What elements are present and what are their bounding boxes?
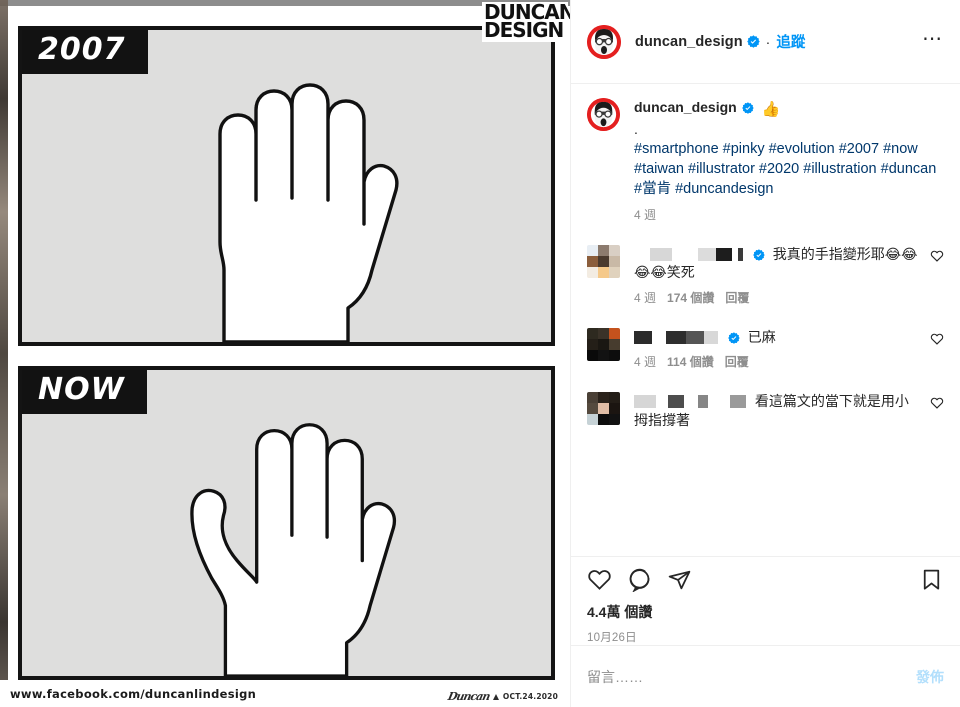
- signature-date: OCT.24.2020: [502, 692, 558, 701]
- comment-reply-button[interactable]: 回覆: [725, 353, 749, 370]
- hand-illustration-2007: [22, 30, 551, 342]
- post-media-pane[interactable]: DUNCAN DESIGN 2007 NOW www.facebook.com/…: [0, 0, 570, 707]
- avatar[interactable]: [587, 24, 621, 59]
- comment-text: 已麻: [747, 328, 776, 345]
- caption-dot-line: .: [634, 120, 638, 137]
- caption-meta-row: 4 週: [634, 206, 944, 223]
- comic-panel-2007: 2007: [18, 26, 555, 346]
- artist-signature-block: Duncan OCT.24.2020: [446, 690, 558, 703]
- comments-scroll-region[interactable]: duncan_design 👍 . #smartphone #pinky #ev…: [571, 84, 960, 556]
- more-options-icon[interactable]: ⋯: [920, 29, 946, 55]
- facebook-url-text: www.facebook.com/duncanlindesign: [10, 686, 257, 701]
- avatar[interactable]: [587, 244, 620, 278]
- header-username[interactable]: duncan_design: [635, 34, 743, 50]
- comment-bubble-icon[interactable]: [627, 567, 652, 592]
- panel-label-2007: 2007: [22, 30, 148, 74]
- likes-count[interactable]: 4.4萬 個讚: [587, 602, 944, 622]
- comment-body: 我真的手指變形耶😂😂😂😂笑死 4 週 174 個讚 回覆: [634, 245, 920, 306]
- avatar[interactable]: [587, 392, 620, 425]
- caption-block: duncan_design 👍 . #smartphone #pinky #ev…: [571, 84, 960, 223]
- post-header: duncan_design · 追蹤 ⋯: [571, 0, 960, 84]
- comic-panel-now: NOW: [18, 366, 555, 680]
- comment-timestamp: 4 週: [634, 355, 657, 369]
- heart-outline-icon[interactable]: [587, 567, 612, 592]
- comment-likes[interactable]: 114 個讚: [667, 353, 714, 370]
- share-paperplane-icon[interactable]: [667, 567, 692, 592]
- comment-line: 已麻: [634, 328, 920, 347]
- verified-badge-icon: [728, 330, 740, 344]
- comment-likes[interactable]: 174 個讚: [667, 289, 714, 306]
- avatar[interactable]: [587, 327, 620, 361]
- post-comment-button[interactable]: 發佈: [916, 667, 944, 687]
- artist-signature: Duncan: [446, 690, 491, 703]
- signature-triangle-icon: [492, 693, 499, 700]
- verified-badge-icon: [753, 247, 765, 261]
- bookmark-outline-icon[interactable]: [919, 567, 944, 592]
- heart-outline-icon[interactable]: [930, 396, 944, 429]
- comment-input[interactable]: [587, 668, 916, 685]
- caption-hashtags[interactable]: #smartphone #pinky #evolution #2007 #now…: [634, 139, 944, 199]
- comment-item: 我真的手指變形耶😂😂😂😂笑死 4 週 174 個讚 回覆: [571, 223, 960, 306]
- comment-compose-bar: 發佈: [571, 645, 960, 707]
- caption-timestamp: 4 週: [634, 207, 657, 222]
- duncan-design-watermark-logo: DUNCAN DESIGN: [482, 2, 570, 42]
- caption-emoji: 👍: [761, 101, 781, 118]
- comment-line: 我真的手指變形耶😂😂😂😂笑死: [634, 245, 920, 282]
- heart-outline-icon[interactable]: [930, 332, 944, 371]
- comment-line: 看這篇文的當下就是用小拇指撐著: [634, 392, 920, 429]
- action-icons-row: [587, 567, 944, 592]
- watermark-line-2: DESIGN: [484, 18, 564, 42]
- caption-body: duncan_design 👍 . #smartphone #pinky #ev…: [634, 98, 944, 223]
- redacted-username[interactable]: [634, 395, 746, 408]
- panel-label-now: NOW: [22, 370, 147, 414]
- header-separator: ·: [765, 33, 771, 50]
- caption-avatar[interactable]: [587, 98, 620, 131]
- comment-item: 看這篇文的當下就是用小拇指撐著: [571, 370, 960, 429]
- redacted-username[interactable]: [634, 330, 718, 344]
- comment-meta-row: 4 週 114 個讚 回覆: [634, 353, 920, 370]
- redacted-username[interactable]: [634, 247, 743, 261]
- instagram-post-window: DUNCAN DESIGN 2007 NOW www.facebook.com/…: [0, 0, 960, 707]
- post-actions-bar: 4.4萬 個讚 10月26日: [571, 556, 960, 645]
- caption-username[interactable]: duncan_design: [634, 99, 737, 115]
- follow-button[interactable]: 追蹤: [776, 31, 805, 52]
- header-username-row: duncan_design · 追蹤: [635, 31, 920, 52]
- media-left-strip: [0, 0, 8, 707]
- post-date: 10月26日: [587, 632, 637, 644]
- comment-meta-row: 4 週 174 個讚 回覆: [634, 289, 920, 306]
- verified-badge-icon: [746, 35, 760, 48]
- media-footer: www.facebook.com/duncanlindesign Duncan …: [0, 680, 570, 707]
- comment-body: 已麻 4 週 114 個讚 回覆: [634, 328, 920, 371]
- hand-illustration-now: [22, 370, 551, 676]
- comment-timestamp: 4 週: [634, 290, 657, 305]
- comment-body: 看這篇文的當下就是用小拇指撐著: [634, 392, 920, 429]
- verified-badge-icon: [741, 100, 754, 114]
- comment-item: 已麻 4 週 114 個讚 回覆: [571, 306, 960, 371]
- instagram-sidebar: duncan_design · 追蹤 ⋯ duncan_design 👍 . #…: [570, 0, 960, 707]
- comment-reply-button[interactable]: 回覆: [725, 289, 749, 306]
- caption-username-line: duncan_design 👍: [634, 98, 944, 120]
- heart-outline-icon[interactable]: [930, 249, 944, 306]
